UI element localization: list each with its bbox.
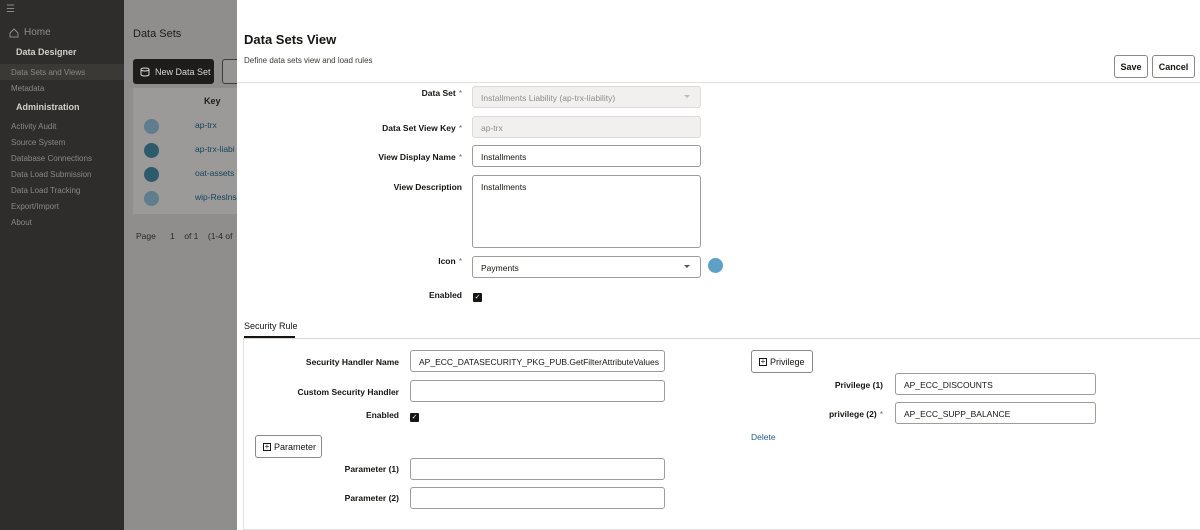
pager-label: Page bbox=[136, 231, 156, 241]
pager-range: (1-4 of bbox=[207, 231, 233, 241]
sidebar-item-data-load-submission[interactable]: Data Load Submission bbox=[11, 170, 92, 179]
data-set-label: Data Set * bbox=[421, 88, 462, 98]
table-row[interactable]: oat-assets bbox=[133, 162, 238, 186]
sidebar-section-administration: Administration bbox=[16, 102, 80, 112]
pager-of: of 1 bbox=[184, 231, 199, 241]
rule-enabled-checkbox[interactable]: ✓ bbox=[410, 413, 419, 422]
tab-security-rule[interactable]: Security Rule bbox=[244, 321, 298, 331]
icon-select[interactable]: Payments bbox=[472, 256, 701, 278]
row-key[interactable]: oat-assets bbox=[195, 168, 234, 178]
sidebar-item-home[interactable]: Home bbox=[9, 27, 51, 38]
pagination: Page 1 of 1 (1-4 of bbox=[136, 231, 232, 241]
display-name-input[interactable]: Installments bbox=[472, 145, 701, 167]
icon-label: Icon * bbox=[438, 256, 462, 266]
dataset-icon bbox=[144, 191, 159, 206]
description-textarea[interactable]: Installments bbox=[472, 175, 701, 248]
view-key-field[interactable]: ap-trx bbox=[472, 116, 701, 138]
sidebar-section-data-designer: Data Designer bbox=[16, 47, 77, 57]
plus-box-icon: + bbox=[759, 356, 767, 366]
list-page-title: Data Sets bbox=[133, 28, 182, 40]
chevron-down-icon bbox=[684, 95, 690, 98]
add-parameter-label: Parameter bbox=[274, 441, 317, 452]
sidebar-item-activity-audit[interactable]: Activity Audit bbox=[11, 122, 56, 131]
enabled-checkbox[interactable]: ✓ bbox=[473, 293, 482, 302]
panel-subtitle: Define data sets view and load rules bbox=[244, 56, 373, 65]
save-button[interactable]: Save bbox=[1114, 55, 1148, 78]
parameter-2-input[interactable] bbox=[410, 487, 665, 509]
display-name-value: Installments bbox=[481, 152, 527, 162]
sidebar-item-data-load-tracking[interactable]: Data Load Tracking bbox=[11, 186, 80, 195]
add-privilege-label: Privilege bbox=[770, 356, 805, 367]
pager-page[interactable]: 1 bbox=[170, 231, 175, 241]
data-sets-list-page: Data Sets New Data Set Key ap-trx ap-trx… bbox=[124, 0, 238, 530]
table-row[interactable]: ap-trx bbox=[133, 114, 238, 138]
description-value: Installments bbox=[481, 182, 527, 192]
table-row[interactable]: ap-trx-liabi bbox=[133, 138, 238, 162]
delete-link[interactable]: Delete bbox=[751, 432, 776, 442]
privilege-2-value: AP_ECC_SUPP_BALANCE bbox=[904, 409, 1011, 419]
row-key[interactable]: ap-trx bbox=[195, 120, 217, 130]
security-handler-label: Security Handler Name bbox=[305, 357, 399, 367]
copy-button[interactable] bbox=[222, 59, 238, 84]
security-handler-value: AP_ECC_DATASECURITY_PKG_PUB.GetFilterAtt… bbox=[419, 357, 659, 367]
chevron-down-icon bbox=[684, 265, 690, 268]
custom-handler-input[interactable] bbox=[410, 380, 665, 402]
rule-enabled-label: Enabled bbox=[365, 410, 399, 420]
parameter-1-label: Parameter (1) bbox=[344, 464, 399, 474]
data-sets-table: Key ap-trx ap-trx-liabi oat-assets wip-R… bbox=[133, 88, 238, 214]
hamburger-menu-icon[interactable]: ☰ bbox=[6, 4, 15, 15]
data-set-select[interactable]: Installments Liability (ap-trx-liability… bbox=[472, 86, 701, 108]
privilege-1-label: Privilege (1) bbox=[834, 380, 883, 390]
column-header-key: Key bbox=[204, 96, 221, 106]
database-icon bbox=[140, 67, 150, 76]
display-name-label: View Display Name * bbox=[378, 152, 462, 162]
description-label: View Description bbox=[393, 182, 462, 192]
sidebar-item-metadata[interactable]: Metadata bbox=[11, 84, 44, 93]
icon-select-value: Payments bbox=[481, 263, 519, 273]
dataset-icon bbox=[144, 143, 159, 158]
dataset-icon bbox=[144, 167, 159, 182]
security-handler-input[interactable]: AP_ECC_DATASECURITY_PKG_PUB.GetFilterAtt… bbox=[410, 350, 665, 372]
cancel-button[interactable]: Cancel bbox=[1152, 55, 1195, 78]
sidebar-home-label: Home bbox=[24, 27, 51, 38]
enabled-label: Enabled bbox=[428, 290, 462, 300]
sidebar-item-database-connections[interactable]: Database Connections bbox=[11, 154, 92, 163]
row-key[interactable]: ap-trx-liabi bbox=[195, 144, 235, 154]
sidebar-item-export-import[interactable]: Export/Import bbox=[11, 202, 59, 211]
new-data-set-button[interactable]: New Data Set bbox=[133, 59, 214, 84]
privilege-1-value: AP_ECC_DISCOUNTS bbox=[904, 380, 993, 390]
plus-box-icon: + bbox=[263, 441, 271, 451]
data-set-value: Installments Liability (ap-trx-liability… bbox=[481, 93, 616, 103]
row-key[interactable]: wip-Reslns bbox=[195, 192, 237, 202]
privilege-2-input[interactable]: AP_ECC_SUPP_BALANCE bbox=[895, 402, 1096, 424]
new-data-set-label: New Data Set bbox=[155, 66, 211, 77]
sidebar-item-data-sets-and-views[interactable]: Data Sets and Views bbox=[11, 68, 85, 77]
privilege-2-label: privilege (2) * bbox=[828, 409, 883, 419]
view-key-value: ap-trx bbox=[481, 123, 503, 133]
parameter-1-input[interactable] bbox=[410, 458, 665, 480]
sidebar-item-about[interactable]: About bbox=[11, 218, 32, 227]
sidebar: ☰ Home Data Designer Data Sets and Views… bbox=[0, 0, 124, 530]
add-privilege-button[interactable]: + Privilege bbox=[751, 350, 813, 373]
table-row[interactable]: wip-Reslns bbox=[133, 186, 238, 210]
panel-title: Data Sets View bbox=[244, 32, 337, 47]
home-icon bbox=[9, 27, 19, 37]
icon-preview bbox=[708, 258, 723, 273]
add-parameter-button[interactable]: + Parameter bbox=[255, 435, 322, 458]
privilege-1-input[interactable]: AP_ECC_DISCOUNTS bbox=[895, 373, 1096, 395]
custom-handler-label: Custom Security Handler bbox=[297, 387, 399, 397]
dataset-icon bbox=[144, 119, 159, 134]
sidebar-item-source-system[interactable]: Source System bbox=[11, 138, 65, 147]
parameter-2-label: Parameter (2) bbox=[344, 493, 399, 503]
data-sets-view-panel: Data Sets View Define data sets view and… bbox=[237, 0, 1200, 530]
view-key-label: Data Set View Key * bbox=[382, 123, 462, 133]
header-divider bbox=[237, 82, 1200, 83]
